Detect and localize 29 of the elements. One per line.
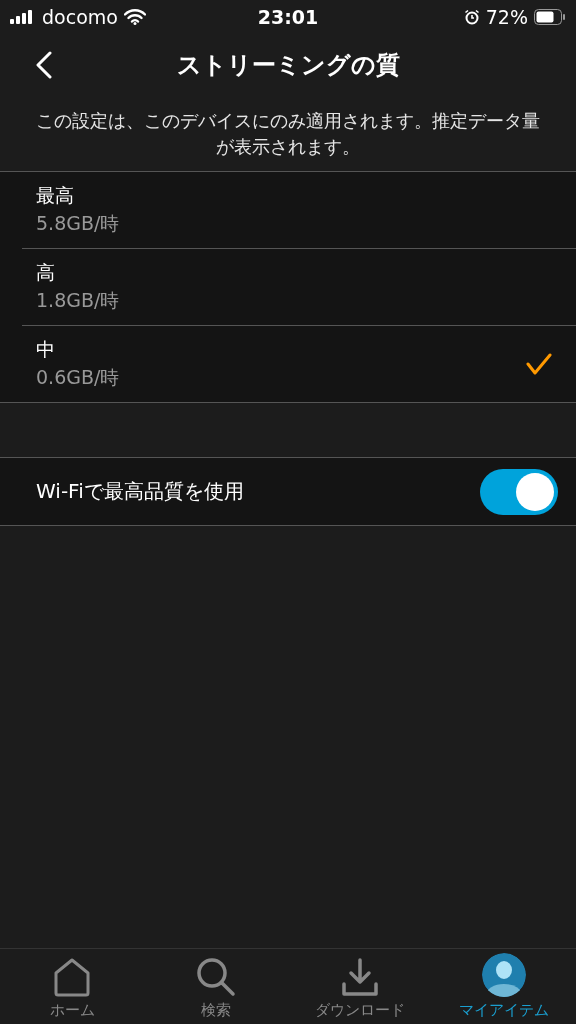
page-title: ストリーミングの質: [176, 50, 400, 81]
download-icon: [340, 957, 380, 997]
tab-item[interactable]: ホーム: [0, 949, 144, 1024]
home-icon: [53, 957, 91, 997]
setting-label: Wi-Fiで最高品質を使用: [36, 478, 244, 505]
alarm-icon: [463, 9, 480, 25]
quality-option[interactable]: 高 1.8GB/時: [22, 249, 576, 326]
data-rate: 0.6GB/時: [36, 365, 120, 390]
data-rate: 1.8GB/時: [36, 288, 120, 313]
tab-item[interactable]: 検索: [144, 949, 288, 1024]
description-text: この設定は、このデバイスにのみ適用されます。推定データ量が表示されます。: [35, 109, 541, 159]
tab-item[interactable]: マイアイテム: [432, 949, 576, 1024]
battery-icon: [534, 9, 566, 25]
battery-percent: 72%: [485, 6, 528, 28]
option-label: 中: [36, 337, 56, 362]
data-rate: 5.8GB/時: [36, 211, 120, 236]
tab-item[interactable]: ダウンロード: [288, 949, 432, 1024]
avatar-icon: [482, 953, 526, 997]
back-icon[interactable]: [36, 51, 52, 79]
clock-time: 23:01: [257, 6, 319, 28]
wifi-icon: [123, 9, 146, 25]
checkmark-icon: [526, 353, 552, 375]
carrier-name: docomo: [42, 6, 118, 28]
option-label: 最高: [36, 183, 75, 208]
option-label: 高: [36, 260, 56, 285]
quality-option[interactable]: 最高 5.8GB/時: [22, 172, 576, 249]
toggle-switch[interactable]: [480, 468, 558, 515]
search-icon: [196, 957, 236, 997]
quality-option[interactable]: 中 0.6GB/時: [22, 326, 576, 402]
